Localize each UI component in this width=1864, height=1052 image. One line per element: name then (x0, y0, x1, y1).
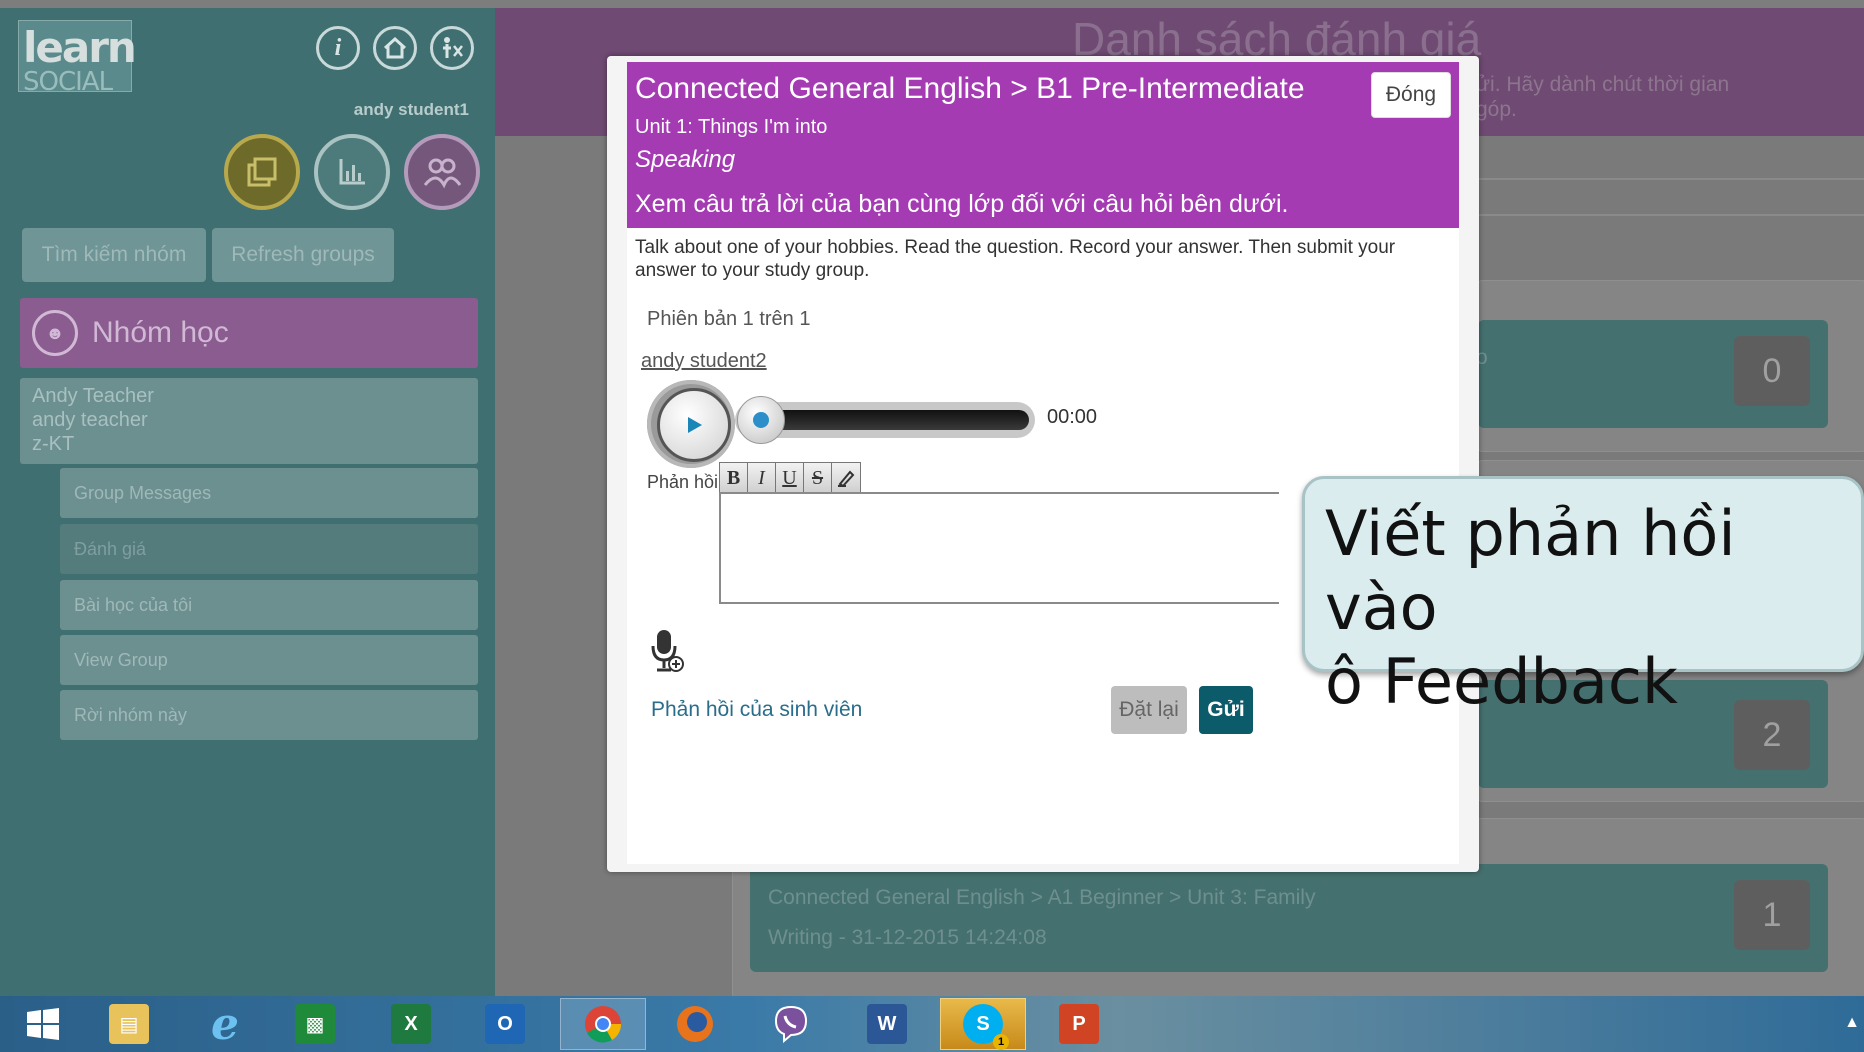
version-label: Phiên bản 1 trên 1 (647, 308, 811, 330)
chrome-button[interactable] (560, 998, 646, 1050)
feedback-label: Phản hồi (647, 472, 719, 492)
outlook-icon: O (485, 1004, 525, 1044)
callout-line2: ô Feedback (1325, 645, 1678, 718)
logo-text: learn (23, 23, 137, 72)
divider (1478, 214, 1864, 216)
stack-icon (247, 157, 277, 187)
internet-explorer-button[interactable]: e (182, 998, 268, 1050)
sidebar-item-leave-group[interactable]: Rời nhóm này (60, 690, 478, 740)
callout-line1: Viết phản hồi vào (1325, 497, 1736, 644)
page-subtitle: ửi. Hãy dành chút thời gian góp. (1476, 72, 1729, 122)
excel-icon: X (391, 1004, 431, 1044)
assessment-card[interactable]: Connected General English > A1 Beginner … (750, 864, 1828, 972)
accessibility-icon[interactable] (430, 26, 474, 70)
send-button[interactable]: Gửi (1199, 686, 1253, 734)
page-subtitle-line2: góp. (1476, 98, 1517, 121)
sidebar-item-assessment[interactable]: Đánh giá (60, 524, 478, 574)
modal-content: Connected General English > B1 Pre-Inter… (627, 62, 1459, 864)
viber-icon (774, 1005, 808, 1044)
excel-button[interactable]: X (368, 998, 454, 1050)
logo-subtext: SOCIAL (23, 67, 113, 97)
page-subtitle-line1: ửi. Hãy dành chút thời gian (1476, 73, 1730, 96)
study-groups-header[interactable]: ☻ Nhóm học (20, 298, 478, 368)
taskbar: ▤ e ▩ X O W S 1 P ▲ (0, 996, 1864, 1052)
count-badge: 0 (1734, 336, 1810, 406)
skype-button[interactable]: S 1 (940, 998, 1026, 1050)
windows-start-button[interactable] (0, 998, 86, 1050)
feedback-modal: Connected General English > B1 Pre-Inter… (607, 56, 1479, 872)
refresh-groups-button[interactable]: Refresh groups (212, 228, 394, 282)
play-icon (688, 417, 702, 433)
lessons-button[interactable] (224, 134, 300, 210)
info-icon[interactable]: i (316, 26, 360, 70)
powerpoint-button[interactable]: P (1036, 998, 1122, 1050)
audio-progress-track[interactable] (747, 410, 1029, 430)
skill-label: Speaking (635, 146, 736, 173)
group-card-line1: Andy Teacher (32, 385, 154, 407)
store-icon: ▩ (295, 1004, 335, 1044)
chrome-icon (585, 1006, 622, 1043)
viber-button[interactable] (748, 998, 834, 1050)
bold-button[interactable]: B (720, 463, 748, 493)
modal-header: Connected General English > B1 Pre-Inter… (627, 62, 1459, 228)
card-title: Connected General English > A1 Beginner … (768, 886, 1316, 909)
strikethrough-button[interactable]: S (804, 463, 832, 493)
instruction-text: Xem câu trả lời của bạn cùng lớp đối với… (635, 190, 1289, 218)
stats-button[interactable] (314, 134, 390, 210)
reset-button[interactable]: Đặt lại (1111, 686, 1187, 734)
group-icon: ☻ (32, 310, 78, 356)
groups-button[interactable] (404, 134, 480, 210)
scrubber-dot (753, 412, 769, 428)
student-feedback-link[interactable]: Phản hồi của sinh viên (651, 698, 862, 722)
card-subtitle: Writing - 31-12-2015 14:24:08 (768, 926, 1047, 949)
unit-label: Unit 1: Things I'm into (635, 116, 828, 138)
instruction-callout: Viết phản hồi vào ô Feedback (1302, 476, 1864, 718)
firefox-button[interactable] (652, 998, 738, 1050)
store-button[interactable]: ▩ (272, 998, 358, 1050)
windows-icon (27, 1008, 59, 1040)
callout-text: Viết phản hồi vào ô Feedback (1325, 497, 1845, 719)
audio-time: 00:00 (1047, 406, 1098, 428)
divider (1478, 178, 1864, 180)
feedback-textarea[interactable] (719, 492, 1279, 604)
chart-icon (339, 159, 365, 185)
question-text: Talk about one of your hobbies. Read the… (635, 237, 1396, 281)
logo: learn SOCIAL (18, 20, 137, 97)
underline-button[interactable]: U (776, 463, 804, 493)
sidebar-item-group-messages[interactable]: Group Messages (60, 468, 478, 518)
play-button[interactable] (657, 388, 731, 462)
ie-icon: e (211, 998, 239, 1050)
italic-button[interactable]: I (748, 463, 776, 493)
sidebar: learn SOCIAL i andy student1 Tìm kiếm nh… (0, 8, 495, 996)
sidebar-item-my-lessons[interactable]: Bài học của tôi (60, 580, 478, 630)
modal-title: Connected General English > B1 Pre-Inter… (635, 72, 1305, 105)
file-explorer-button[interactable]: ▤ (86, 998, 172, 1050)
group-card-line2: andy teacher (32, 409, 148, 431)
outlook-button[interactable]: O (462, 998, 548, 1050)
editor-toolbar: B I U S (719, 462, 861, 494)
highlighter-icon (838, 470, 855, 488)
sidebar-item-view-group[interactable]: View Group (60, 635, 478, 685)
group-card[interactable]: Andy Teacher andy teacher z-KT (20, 378, 478, 464)
tray-chevron-icon[interactable]: ▲ (1844, 1014, 1860, 1032)
count-badge: 1 (1734, 880, 1810, 950)
audio-scrubber-knob[interactable] (737, 396, 785, 444)
word-button[interactable]: W (844, 998, 930, 1050)
skype-icon: S 1 (963, 1004, 1009, 1050)
skype-notification-badge: 1 (993, 1034, 1009, 1050)
group-card-line3: z-KT (32, 433, 75, 455)
folder-icon: ▤ (109, 1004, 149, 1044)
search-groups-button[interactable]: Tìm kiếm nhóm (22, 228, 206, 282)
author-link[interactable]: andy student2 (641, 350, 767, 373)
group-icon (423, 158, 462, 189)
study-groups-label: Nhóm học (92, 316, 229, 349)
powerpoint-icon: P (1059, 1004, 1099, 1044)
word-icon: W (867, 1004, 907, 1044)
home-icon[interactable] (373, 26, 417, 70)
highlight-button[interactable] (832, 463, 860, 493)
close-button[interactable]: Đóng (1371, 72, 1451, 118)
username: andy student1 (353, 100, 469, 119)
firefox-icon (677, 1006, 713, 1042)
microphone-icon[interactable] (649, 628, 685, 674)
